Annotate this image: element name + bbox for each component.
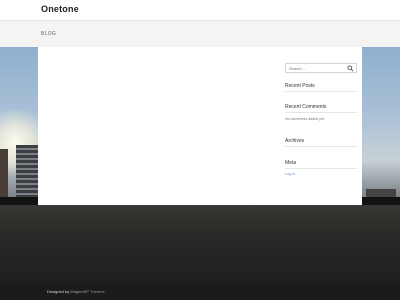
- ground-field: [0, 205, 400, 283]
- page-title-bar: BLOG: [0, 21, 400, 48]
- archives-divider: [285, 146, 357, 147]
- login-link[interactable]: Log in: [285, 172, 295, 176]
- search-icon[interactable]: [347, 65, 354, 72]
- site-footer: Designed by MageeWP Themes.: [0, 283, 400, 300]
- breadcrumb: BLOG: [41, 31, 57, 37]
- search-input[interactable]: [289, 65, 343, 72]
- footer-designed-prefix: Designed by: [47, 289, 70, 294]
- recent-comments-title: Recent Comments: [285, 104, 327, 110]
- meta-divider: [285, 168, 357, 169]
- search-box: [285, 63, 357, 73]
- footer-designer-link[interactable]: MageeWP Themes.: [70, 289, 105, 294]
- site-logo[interactable]: Onetone: [41, 4, 79, 14]
- content-panel: Recent Posts Recent Comments No comments…: [38, 47, 362, 205]
- recent-posts-title: Recent Posts: [285, 83, 315, 89]
- meta-title: Meta: [285, 160, 297, 166]
- no-comments-text: No comments added yet.: [285, 117, 325, 121]
- footer-credit: Designed by MageeWP Themes.: [47, 289, 106, 294]
- recent-comments-divider: [285, 112, 357, 113]
- left-building: [0, 149, 8, 199]
- site-header: Onetone: [0, 0, 400, 21]
- construction-tower: [16, 145, 38, 203]
- recent-posts-divider: [285, 91, 357, 92]
- archives-title: Archives: [285, 138, 305, 144]
